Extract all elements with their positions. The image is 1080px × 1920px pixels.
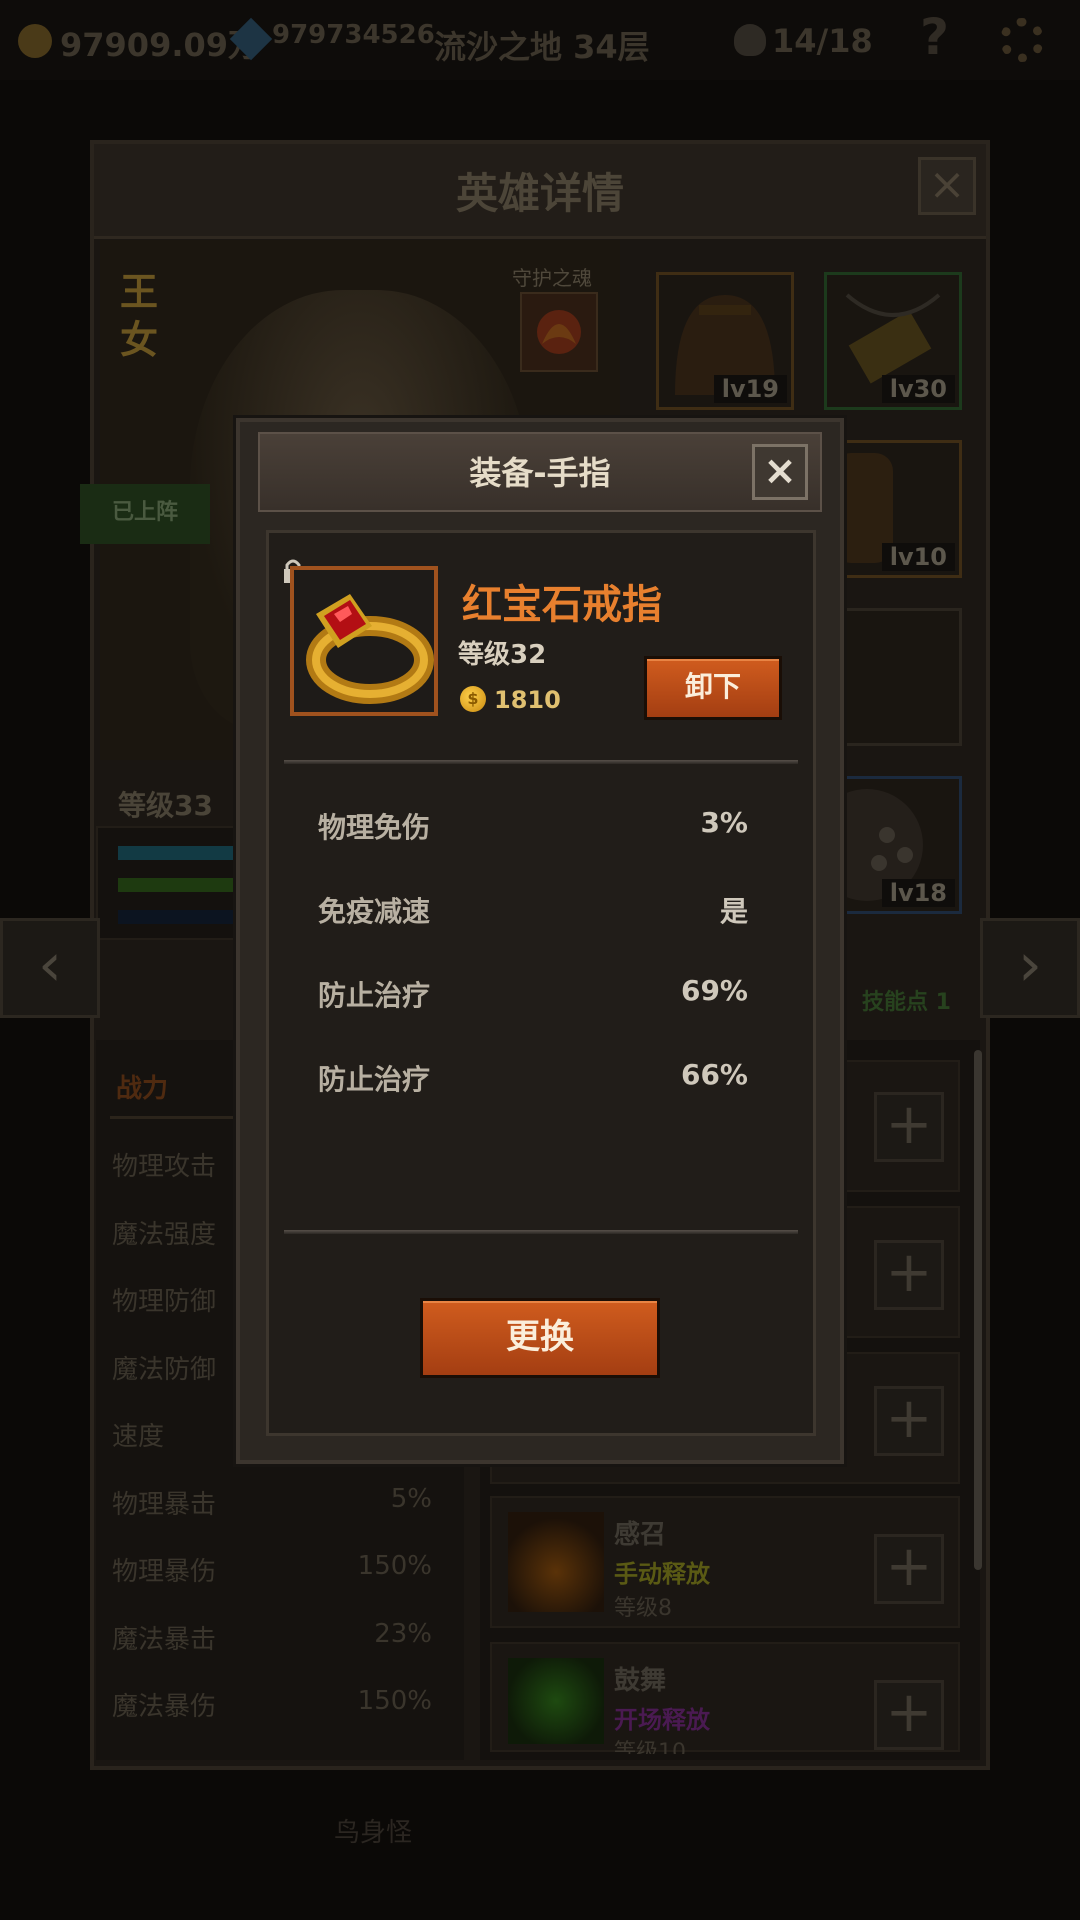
gold-amount: 97909.09万 xyxy=(60,26,261,64)
hero-panel-title: 英雄详情 xyxy=(455,169,624,218)
skill-upgrade-button[interactable]: + xyxy=(874,1386,944,1456)
skill-upgrade-button[interactable]: + xyxy=(874,1240,944,1310)
hero-panel-close-button[interactable]: × xyxy=(918,157,976,215)
phoenix-icon xyxy=(537,310,581,354)
attribute-value: 是 xyxy=(719,895,748,928)
stat-label: 魔法强度 xyxy=(112,1220,217,1250)
hero-level: 等级33 xyxy=(118,789,213,822)
ruby-ring-icon xyxy=(294,570,434,712)
divider xyxy=(284,1230,798,1234)
help-icon[interactable]: ? xyxy=(920,8,949,66)
stat-value: 150% xyxy=(357,1551,432,1581)
stat-label: 魔法防御 xyxy=(112,1355,217,1385)
skills-scrollbar[interactable] xyxy=(974,1050,982,1570)
modal-title: 装备-手指 xyxy=(469,454,611,492)
modal-close-button[interactable]: × xyxy=(752,444,808,500)
attribute-label: 物理免伤 xyxy=(318,811,431,844)
deployed-badge: 已上阵 xyxy=(80,484,210,544)
stat-label: 魔法暴击 xyxy=(112,1625,217,1655)
equipment-slot-shield[interactable]: lv18 xyxy=(811,776,962,914)
guardian-soul-label: 守护之魂 xyxy=(512,266,592,290)
skill-invoke-icon xyxy=(508,1512,604,1612)
stat-label: 魔法暴伤 xyxy=(112,1692,217,1722)
stat-value: 5% xyxy=(390,1484,432,1514)
skill-name: 感召 xyxy=(614,1520,667,1550)
unequip-button[interactable]: 卸下 xyxy=(644,656,782,720)
item-name: 红宝石戒指 xyxy=(462,582,662,628)
skill-name: 鼓舞 xyxy=(614,1666,667,1696)
stat-value: 150% xyxy=(357,1686,432,1716)
skill-level: 等级10 xyxy=(614,1740,686,1754)
stat-row: 魔法暴击 23% xyxy=(112,1619,432,1656)
attribute-row: 防止治疗 69% xyxy=(318,974,748,1014)
equipment-level: lv19 xyxy=(713,375,787,403)
stat-label: 物理防御 xyxy=(112,1287,217,1317)
stat-label: 速度 xyxy=(112,1422,165,1452)
swap-equipment-button[interactable]: 更换 xyxy=(420,1298,660,1378)
skull-icon xyxy=(734,24,766,56)
stat-row: 物理暴伤 150% xyxy=(112,1551,432,1588)
attribute-label: 防止治疗 xyxy=(318,979,431,1012)
coin-icon: $ xyxy=(460,686,486,712)
skill-upgrade-button[interactable]: + xyxy=(874,1092,944,1162)
exp-bar xyxy=(118,878,238,892)
item-price: 1810 xyxy=(494,686,561,714)
stage-name[interactable]: 流沙之地 34层 xyxy=(434,22,650,68)
stat-row: 魔法暴伤 150% xyxy=(112,1686,432,1723)
attribute-value: 66% xyxy=(680,1058,748,1091)
equipment-level: lv18 xyxy=(881,879,955,907)
item-icon-frame[interactable] xyxy=(290,566,438,716)
attribute-value: 3% xyxy=(700,806,748,839)
equipment-slot-empty[interactable] xyxy=(824,608,962,746)
skill-type: 手动释放 xyxy=(614,1560,710,1588)
equipment-level: lv10 xyxy=(881,543,955,571)
next-hero-button[interactable]: › xyxy=(980,918,1080,1018)
kill-count: 14/18 xyxy=(772,22,873,60)
attribute-value: 69% xyxy=(680,974,748,1007)
divider xyxy=(284,760,798,764)
guardian-soul-slot[interactable] xyxy=(520,292,598,372)
skill-type: 开场释放 xyxy=(614,1706,710,1734)
attribute-row: 物理免伤 3% xyxy=(318,806,748,846)
energy-bar xyxy=(118,910,238,924)
stat-row: 物理暴击 5% xyxy=(112,1484,432,1521)
skill-upgrade-button[interactable]: + xyxy=(874,1680,944,1750)
gem-amount: 979734526 xyxy=(272,20,435,50)
tab-power[interactable]: 战力 xyxy=(116,1068,168,1105)
coin-icon xyxy=(18,24,52,58)
stat-label: 物理攻击 xyxy=(112,1152,217,1182)
stat-label: 物理暴伤 xyxy=(112,1557,217,1587)
enemy-name: 鸟身怪 xyxy=(334,1818,413,1848)
gear-icon[interactable] xyxy=(1000,18,1044,62)
attribute-label: 防止治疗 xyxy=(318,1063,431,1096)
stat-value: 23% xyxy=(374,1619,432,1649)
attribute-label: 免疫减速 xyxy=(318,895,431,928)
skill-points: 技能点 1 xyxy=(862,990,951,1015)
prev-hero-button[interactable]: ‹ xyxy=(0,918,100,1018)
skill-inspire-icon xyxy=(508,1658,604,1744)
skill-upgrade-button[interactable]: + xyxy=(874,1534,944,1604)
item-level: 等级32 xyxy=(458,640,547,670)
equipment-slot-necklace[interactable]: lv30 xyxy=(824,272,962,410)
attribute-row: 防止治疗 66% xyxy=(318,1058,748,1098)
equipment-level: lv30 xyxy=(881,375,955,403)
hp-bar xyxy=(118,846,238,860)
equipment-slot-armor[interactable]: lv10 xyxy=(824,440,962,578)
stat-label: 物理暴击 xyxy=(112,1490,217,1520)
equipment-slot-helmet[interactable]: lv19 xyxy=(656,272,794,410)
attribute-row: 免疫减速 是 xyxy=(318,890,748,930)
hero-name: 王女 xyxy=(120,270,159,362)
skill-level: 等级8 xyxy=(614,1596,672,1621)
